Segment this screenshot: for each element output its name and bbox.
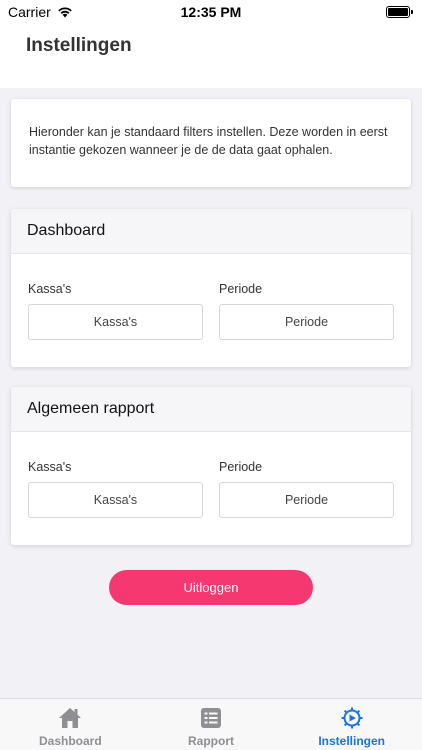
tab-rapport[interactable]: Rapport [141, 699, 282, 750]
tab-label: Dashboard [38, 734, 102, 748]
tab-label: Rapport [188, 734, 234, 748]
kassas-select-button[interactable]: Kassa's [28, 482, 203, 518]
tab-instellingen[interactable]: Instellingen [281, 699, 422, 750]
periode-select-button[interactable]: Periode [219, 304, 394, 340]
page-title: Instellingen [26, 35, 132, 56]
kassas-label: Kassa's [28, 460, 72, 474]
logout-button[interactable]: Uitloggen [109, 570, 313, 605]
algemeen-rapport-section-card: Algemeen rapport Kassa's Periode Kassa's… [11, 387, 411, 545]
list-icon [201, 708, 221, 728]
status-bar: Carrier 12:35 PM [0, 0, 422, 24]
tab-dashboard[interactable]: Dashboard [0, 699, 141, 750]
battery-icon [386, 6, 413, 18]
settings-gear-icon [341, 707, 363, 729]
section-title: Dashboard [11, 209, 411, 254]
wifi-icon [58, 7, 72, 18]
carrier-label: Carrier [8, 4, 51, 20]
periode-label: Periode [219, 460, 263, 474]
nav-header: Instellingen [0, 24, 422, 88]
dashboard-section-card: Dashboard Kassa's Periode Kassa's Period… [11, 209, 411, 367]
periode-select-button[interactable]: Periode [219, 482, 394, 518]
section-title: Algemeen rapport [11, 387, 411, 432]
intro-text: Hieronder kan je standaard filters inste… [29, 125, 388, 157]
periode-label: Periode [219, 282, 263, 296]
tab-label: Instellingen [318, 734, 386, 748]
tab-bar: Dashboard Rapport Instellingen [0, 698, 422, 750]
intro-card: Hieronder kan je standaard filters inste… [11, 99, 411, 187]
kassas-select-button[interactable]: Kassa's [28, 304, 203, 340]
kassas-label: Kassa's [28, 282, 72, 296]
carrier-group: Carrier [8, 4, 73, 20]
battery-fill [388, 8, 408, 16]
home-icon [59, 708, 82, 728]
